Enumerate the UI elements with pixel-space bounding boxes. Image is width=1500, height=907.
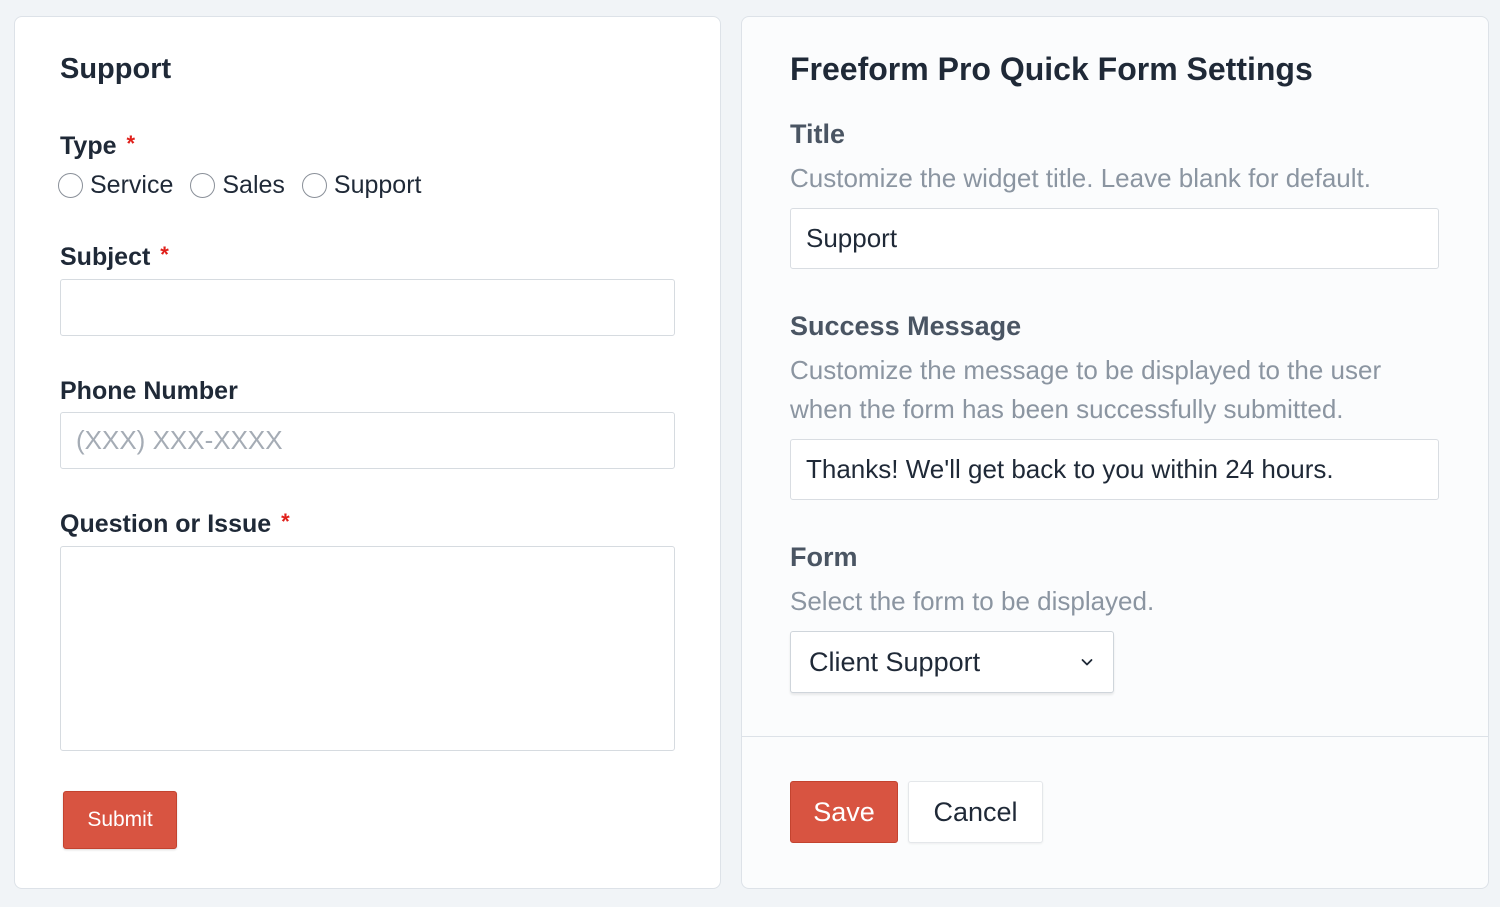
success-message-label: Success Message <box>790 311 1022 341</box>
form-setting-label: Form <box>790 542 858 572</box>
question-label-text: Question or Issue <box>60 510 272 538</box>
required-asterisk: * <box>281 509 290 534</box>
required-asterisk: * <box>126 131 136 156</box>
type-radio-group: Service Sales Support <box>58 171 438 200</box>
radio-unchecked-icon[interactable] <box>58 173 83 198</box>
form-select-value: Client Support <box>809 646 981 677</box>
widget-title: Support <box>60 53 172 85</box>
question-label: Question or Issue * <box>60 509 290 539</box>
title-setting-label: Title <box>790 119 846 149</box>
title-input[interactable] <box>790 208 1439 269</box>
phone-label: Phone Number <box>60 377 238 405</box>
required-asterisk: * <box>160 242 169 267</box>
subject-input[interactable] <box>60 279 675 336</box>
title-setting-description: Customize the widget title. Leave blank … <box>790 163 1371 193</box>
success-description-line: Customize the message to be displayed to… <box>790 355 1382 385</box>
success-message-description: Customize the message to be displayed to… <box>790 351 1381 429</box>
radio-option-label: Sales <box>222 171 285 199</box>
phone-input[interactable] <box>60 412 675 469</box>
cancel-button[interactable]: Cancel <box>908 781 1043 843</box>
subject-label: Subject * <box>60 242 169 272</box>
radio-option-support[interactable]: Support <box>301 171 422 200</box>
radio-unchecked-icon[interactable] <box>190 173 216 198</box>
chevron-down-icon <box>1081 659 1093 666</box>
radio-option-sales[interactable]: Sales <box>190 171 285 200</box>
save-button[interactable]: Save <box>790 781 898 843</box>
form-select[interactable]: Client Support <box>790 631 1114 693</box>
form-setting-description: Select the form to be displayed. <box>790 586 1155 616</box>
radio-unchecked-icon[interactable] <box>301 173 327 198</box>
radio-option-service[interactable]: Service <box>58 171 173 200</box>
success-message-input[interactable] <box>790 439 1439 500</box>
settings-footer-divider <box>742 736 1488 737</box>
radio-option-label: Support <box>333 171 422 199</box>
question-textarea[interactable] <box>60 546 675 751</box>
radio-option-label: Service <box>90 171 174 199</box>
type-label-text: Type <box>60 132 117 160</box>
subject-label-text: Subject <box>60 243 151 271</box>
settings-heading: Freeform Pro Quick Form Settings <box>790 51 1313 87</box>
success-description-line: when the form has been successfully subm… <box>790 394 1344 424</box>
submit-button[interactable]: Submit <box>63 791 177 849</box>
type-label: Type * <box>60 131 136 161</box>
